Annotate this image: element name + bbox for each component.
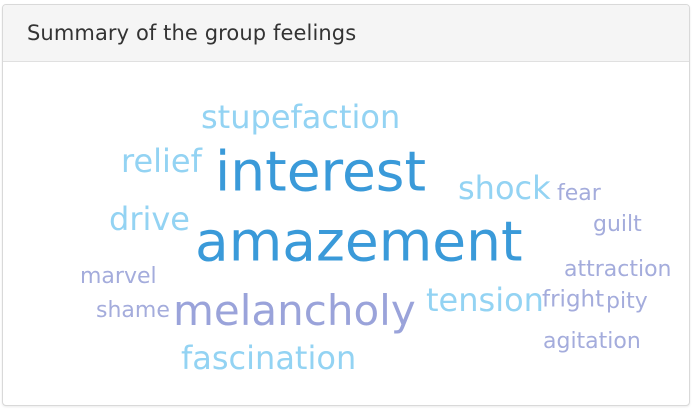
word-amazement: amazement bbox=[195, 209, 523, 274]
card-header: Summary of the group feelings bbox=[3, 5, 689, 62]
word-shock: shock bbox=[458, 169, 551, 207]
word-fright: fright bbox=[542, 286, 605, 313]
word-relief: relief bbox=[121, 142, 202, 180]
word-interest: interest bbox=[215, 139, 427, 204]
word-attraction: attraction bbox=[564, 257, 672, 282]
word-marvel: marvel bbox=[80, 264, 157, 289]
word-stupefaction: stupefaction bbox=[201, 98, 401, 136]
word-drive: drive bbox=[109, 200, 190, 238]
word-fascination: fascination bbox=[181, 339, 357, 377]
word-agitation: agitation bbox=[543, 329, 641, 354]
word-shame: shame bbox=[96, 298, 170, 323]
word-pity: pity bbox=[606, 289, 648, 314]
word-melancholy: melancholy bbox=[173, 286, 416, 335]
word-guilt: guilt bbox=[593, 212, 642, 237]
word-tension: tension bbox=[426, 281, 544, 319]
word-fear: fear bbox=[557, 181, 601, 206]
card-title: Summary of the group feelings bbox=[27, 21, 357, 45]
feelings-summary-card: Summary of the group feelings stupefacti… bbox=[2, 4, 690, 406]
word-cloud: stupefaction relief interest shock fear drive… bbox=[3, 62, 689, 405]
